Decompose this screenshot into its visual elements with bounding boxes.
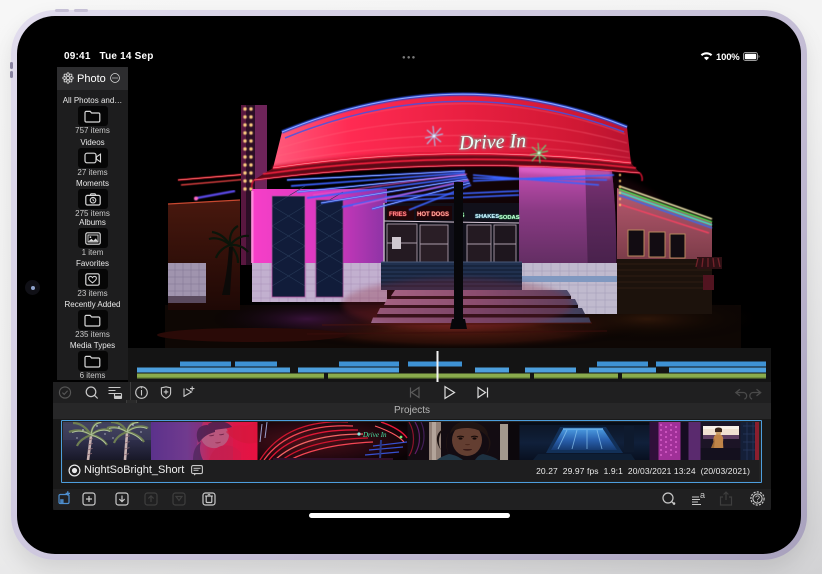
- svg-text:Drive In: Drive In: [458, 130, 527, 154]
- svg-text:Drive In: Drive In: [362, 431, 387, 439]
- svg-text:SHAKES: SHAKES: [475, 214, 499, 220]
- svg-text:SODAS: SODAS: [499, 215, 520, 221]
- svg-text:?: ?: [755, 494, 760, 504]
- svg-text:HOT DOGS: HOT DOGS: [417, 212, 449, 218]
- svg-text:FRIES: FRIES: [389, 212, 407, 218]
- svg-text:a: a: [700, 490, 705, 500]
